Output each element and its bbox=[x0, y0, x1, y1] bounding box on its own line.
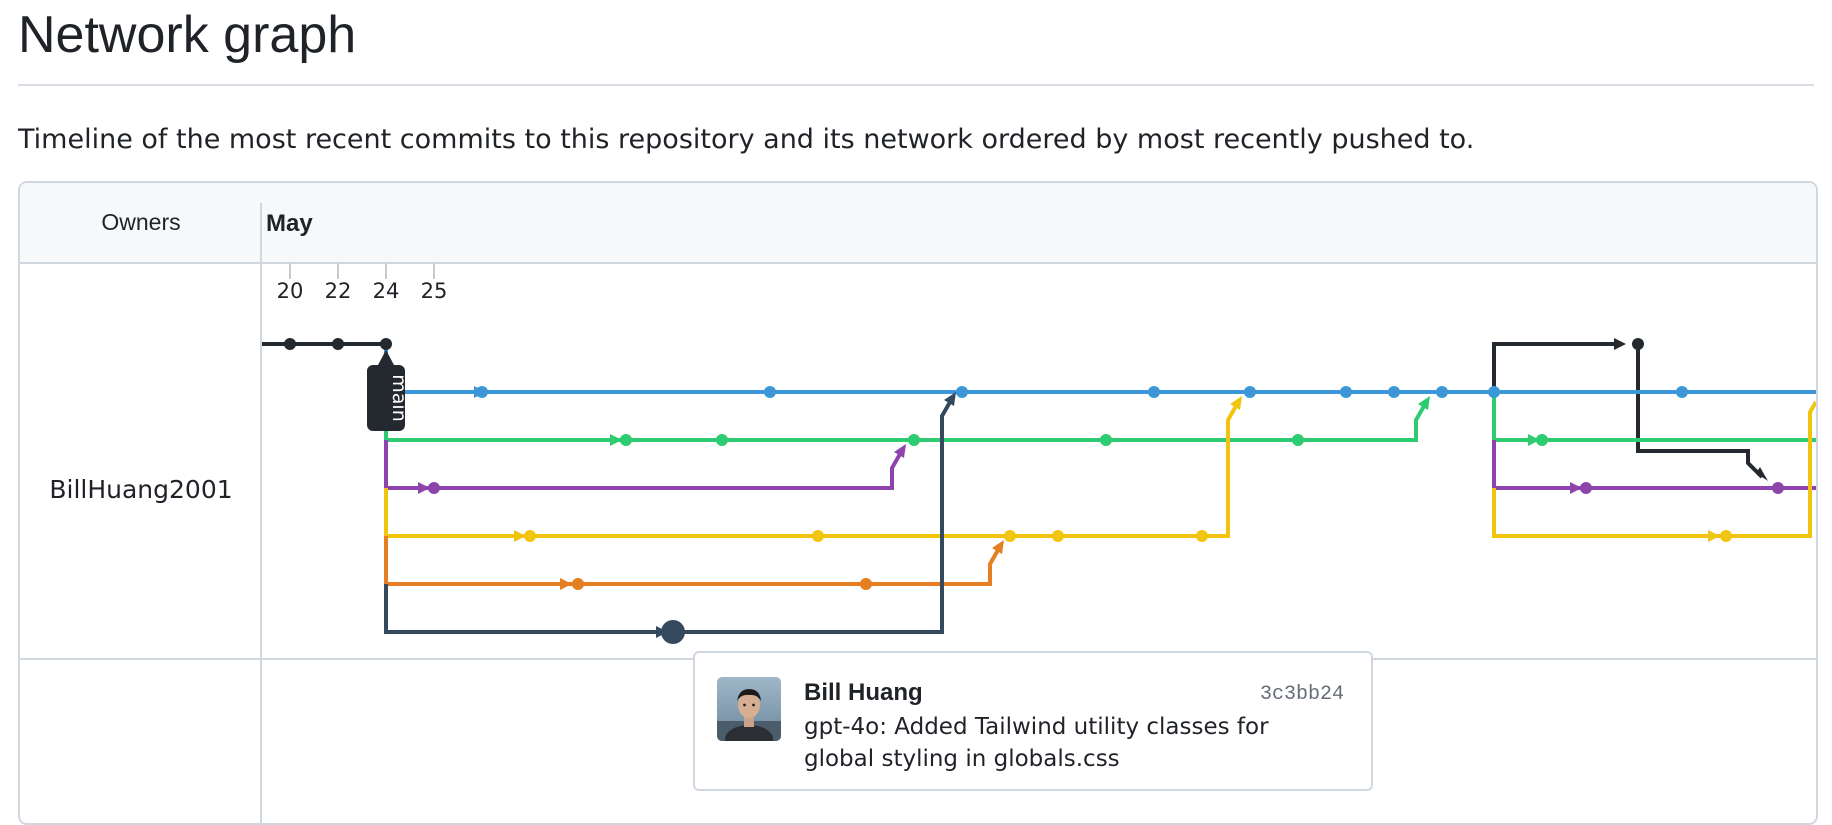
day-label: 20 bbox=[277, 279, 304, 303]
commit-message: gpt-4o: Added Tailwind utility classes f… bbox=[804, 714, 1269, 772]
branch-label-main-pin: main bbox=[367, 350, 410, 431]
day-label: 25 bbox=[421, 279, 448, 303]
branch-line-purple bbox=[384, 440, 418, 490]
branch-line-slate bbox=[384, 584, 656, 634]
author-avatar bbox=[717, 677, 781, 741]
day-ticks bbox=[289, 263, 435, 279]
commit-tooltip: Bill Huang 3c3bb24 gpt-4o: Added Tailwin… bbox=[693, 651, 1373, 791]
day-label: 24 bbox=[373, 279, 400, 303]
commit-author[interactable]: Bill Huang bbox=[804, 679, 923, 707]
branch-line-black-merge bbox=[1636, 344, 1764, 479]
page-description: Timeline of the most recent commits to t… bbox=[18, 124, 1475, 155]
selected-commit-dot bbox=[661, 620, 685, 644]
page-title: Network graph bbox=[18, 6, 357, 64]
branch-line-black-right bbox=[1492, 342, 1614, 393]
branch-line-yellow bbox=[384, 488, 514, 538]
commit-sha[interactable]: 3c3bb24 bbox=[1260, 683, 1344, 706]
branch-line-orange bbox=[384, 536, 560, 586]
branch-label-main: main bbox=[388, 374, 410, 421]
day-label: 22 bbox=[325, 279, 352, 303]
title-divider bbox=[18, 84, 1814, 86]
commit-dots bbox=[284, 338, 1784, 644]
branch-line-green bbox=[384, 392, 610, 442]
day-labels: 20 22 24 25 bbox=[277, 279, 448, 303]
